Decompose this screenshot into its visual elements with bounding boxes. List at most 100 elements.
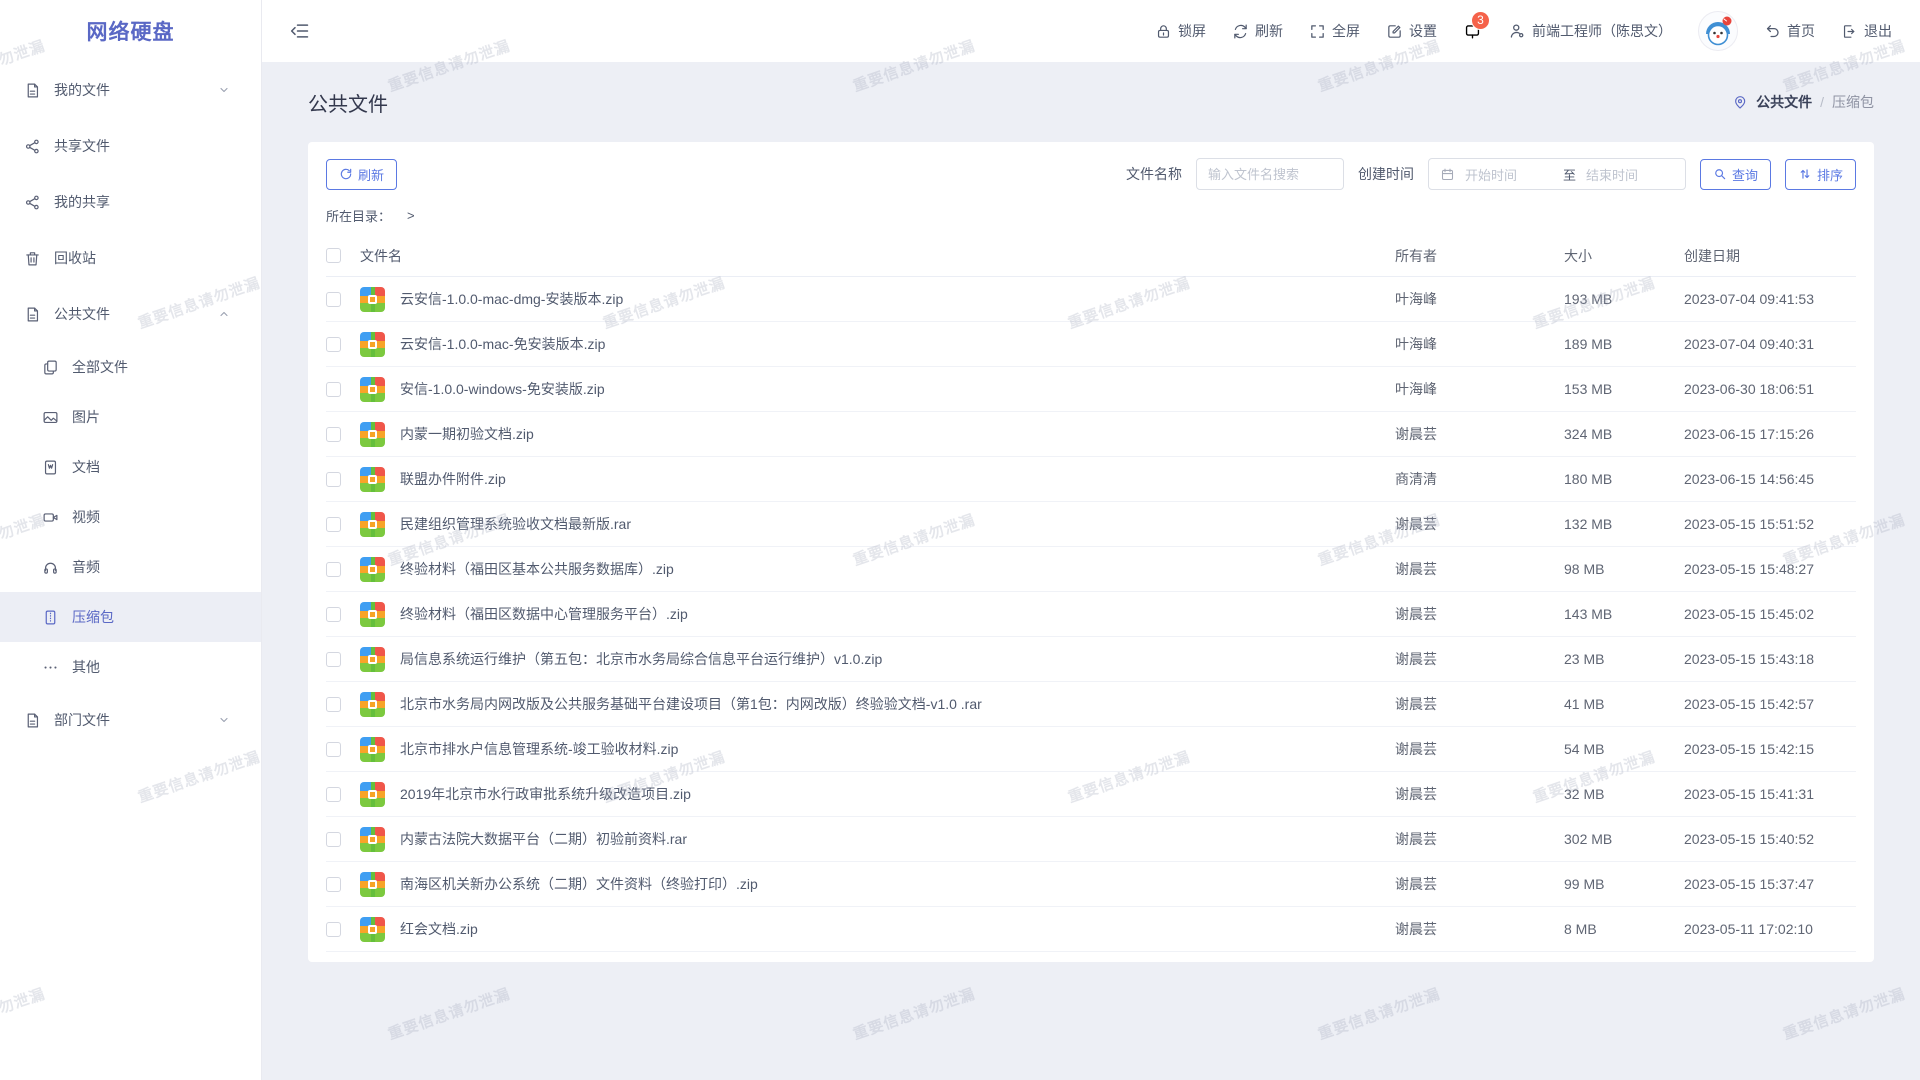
row-checkbox[interactable] (326, 742, 341, 757)
sidebar-item-documents[interactable]: 文档 (0, 442, 261, 492)
file-name[interactable]: 终验材料（福田区基本公共服务数据库）.zip (400, 559, 1395, 579)
settings-icon (1386, 23, 1403, 40)
fullscreen-button[interactable]: 全屏 (1309, 21, 1360, 41)
select-all-checkbox[interactable] (326, 248, 341, 263)
file-name[interactable]: 2019年北京市水行政审批系统升级改造项目.zip (400, 784, 1395, 804)
row-checkbox[interactable] (326, 382, 341, 397)
file-name[interactable]: 民建组织管理系统验收文档最新版.rar (400, 514, 1395, 534)
fullscreen-label: 全屏 (1332, 21, 1360, 41)
avatar[interactable] (1698, 11, 1738, 51)
file-owner: 叶海峰 (1395, 289, 1564, 309)
fullscreen-icon (1309, 23, 1326, 40)
sidebar-item-label: 共享文件 (54, 136, 243, 156)
file-name[interactable]: 云安信-1.0.0-mac-免安装版本.zip (400, 334, 1395, 354)
query-button[interactable]: 查询 (1700, 159, 1771, 190)
row-checkbox[interactable] (326, 652, 341, 667)
end-date-placeholder[interactable]: 结束时间 (1586, 165, 1674, 184)
top-header: 锁屏 刷新 全屏 设置 3 前端工程师（陈思文） 首页 (262, 0, 1920, 62)
logout-button[interactable]: 退出 (1841, 21, 1892, 41)
sidebar-item-videos[interactable]: 视频 (0, 492, 261, 542)
column-header-name: 文件名 (360, 246, 1395, 266)
row-checkbox[interactable] (326, 472, 341, 487)
sidebar-item-audio[interactable]: 音频 (0, 542, 261, 592)
row-checkbox[interactable] (326, 697, 341, 712)
row-checkbox[interactable] (326, 607, 341, 622)
row-checkbox[interactable] (326, 922, 341, 937)
file-owner: 商清清 (1395, 469, 1564, 489)
row-checkbox[interactable] (326, 877, 341, 892)
list-refresh-label: 刷新 (358, 165, 384, 184)
sidebar-item-recycle-bin[interactable]: 回收站 (0, 230, 261, 286)
breadcrumb-item[interactable]: 公共文件 (1756, 92, 1812, 112)
notification-badge: 3 (1471, 11, 1490, 30)
file-name[interactable]: 内蒙一期初验文档.zip (400, 424, 1395, 444)
sidebar-item-images[interactable]: 图片 (0, 392, 261, 442)
file-name[interactable]: 终验材料（福田区数据中心管理服务平台）.zip (400, 604, 1395, 624)
file-date: 2023-07-04 09:41:53 (1684, 291, 1856, 307)
sort-button[interactable]: 排序 (1785, 159, 1856, 190)
file-date: 2023-06-15 14:56:45 (1684, 471, 1856, 487)
file-size: 324 MB (1564, 426, 1684, 442)
file-name[interactable]: 北京市排水户信息管理系统-竣工验收材料.zip (400, 739, 1395, 759)
directory-caret[interactable]: > (407, 208, 415, 223)
file-name[interactable]: 北京市水务局内网改版及公共服务基础平台建设项目（第1包：内网改版）终验验文档-v… (400, 694, 1395, 714)
settings-label: 设置 (1409, 21, 1437, 41)
file-owner: 叶海峰 (1395, 379, 1564, 399)
logout-label: 退出 (1864, 21, 1892, 41)
row-checkbox[interactable] (326, 427, 341, 442)
file-name[interactable]: 安信-1.0.0-windows-免安装版.zip (400, 379, 1395, 399)
file-name[interactable]: 南海区机关新办公系统（二期）文件资料（终验打印）.zip (400, 874, 1395, 894)
sidebar-item-shared-files[interactable]: 共享文件 (0, 118, 261, 174)
lock-screen-button[interactable]: 锁屏 (1155, 21, 1206, 41)
settings-button[interactable]: 设置 (1386, 21, 1437, 41)
chevron-down-icon (218, 714, 230, 726)
breadcrumb: 公共文件 / 压缩包 (1732, 92, 1874, 112)
file-name[interactable]: 内蒙古法院大数据平台（二期）初验前资料.rar (400, 829, 1395, 849)
sidebar-item-others[interactable]: 其他 (0, 642, 261, 692)
row-checkbox[interactable] (326, 292, 341, 307)
row-checkbox[interactable] (326, 517, 341, 532)
home-button[interactable]: 首页 (1764, 21, 1815, 41)
row-checkbox[interactable] (326, 337, 341, 352)
row-checkbox[interactable] (326, 832, 341, 847)
refresh-button[interactable]: 刷新 (1232, 21, 1283, 41)
sidebar-item-all-files[interactable]: 全部文件 (0, 342, 261, 392)
row-checkbox[interactable] (326, 787, 341, 802)
sidebar-item-department-files[interactable]: 部门文件 (0, 692, 261, 748)
file-icon (24, 82, 41, 99)
menu-fold-icon[interactable] (290, 21, 310, 41)
file-size: 98 MB (1564, 561, 1684, 577)
date-range-picker[interactable]: 开始时间 至 结束时间 (1428, 158, 1686, 190)
notification-button[interactable]: 3 (1463, 22, 1482, 41)
row-checkbox[interactable] (326, 562, 341, 577)
zip-file-icon (360, 377, 385, 402)
file-name[interactable]: 局信息系统运行维护（第五包：北京市水务局综合信息平台运行维护）v1.0.zip (400, 649, 1395, 669)
file-owner: 谢晨芸 (1395, 559, 1564, 579)
sidebar-item-my-shares[interactable]: 我的共享 (0, 174, 261, 230)
file-size: 8 MB (1564, 921, 1684, 937)
start-date-placeholder[interactable]: 开始时间 (1465, 165, 1553, 184)
file-name[interactable]: 红会文档.zip (400, 919, 1395, 939)
user-icon (1508, 22, 1526, 40)
user-menu[interactable]: 前端工程师（陈思文） (1508, 21, 1672, 41)
table-row: 云安信-1.0.0-mac-免安装版本.zip 叶海峰 189 MB 2023-… (326, 322, 1856, 367)
list-refresh-button[interactable]: 刷新 (326, 159, 397, 190)
file-date: 2023-06-15 17:15:26 (1684, 426, 1856, 442)
archive-icon (42, 609, 59, 626)
sidebar-item-label: 视频 (72, 507, 100, 527)
file-list-card: 刷新 文件名称 创建时间 开始时间 至 结束时间 查询 排序 (308, 142, 1874, 962)
filename-search-input[interactable] (1196, 158, 1344, 190)
zip-file-icon (360, 872, 385, 897)
sidebar-item-archives[interactable]: 压缩包 (0, 592, 261, 642)
sidebar-item-public-files[interactable]: 公共文件 (0, 286, 261, 342)
file-owner: 谢晨芸 (1395, 514, 1564, 534)
sidebar-item-my-files[interactable]: 我的文件 (0, 62, 261, 118)
file-size: 193 MB (1564, 291, 1684, 307)
file-name[interactable]: 云安信-1.0.0-mac-dmg-安装版本.zip (400, 289, 1395, 309)
file-name[interactable]: 联盟办件附件.zip (400, 469, 1395, 489)
sidebar-item-label: 音频 (72, 557, 100, 577)
file-owner: 谢晨芸 (1395, 874, 1564, 894)
file-owner: 谢晨芸 (1395, 604, 1564, 624)
file-owner: 谢晨芸 (1395, 784, 1564, 804)
created-time-filter-label: 创建时间 (1358, 164, 1414, 184)
